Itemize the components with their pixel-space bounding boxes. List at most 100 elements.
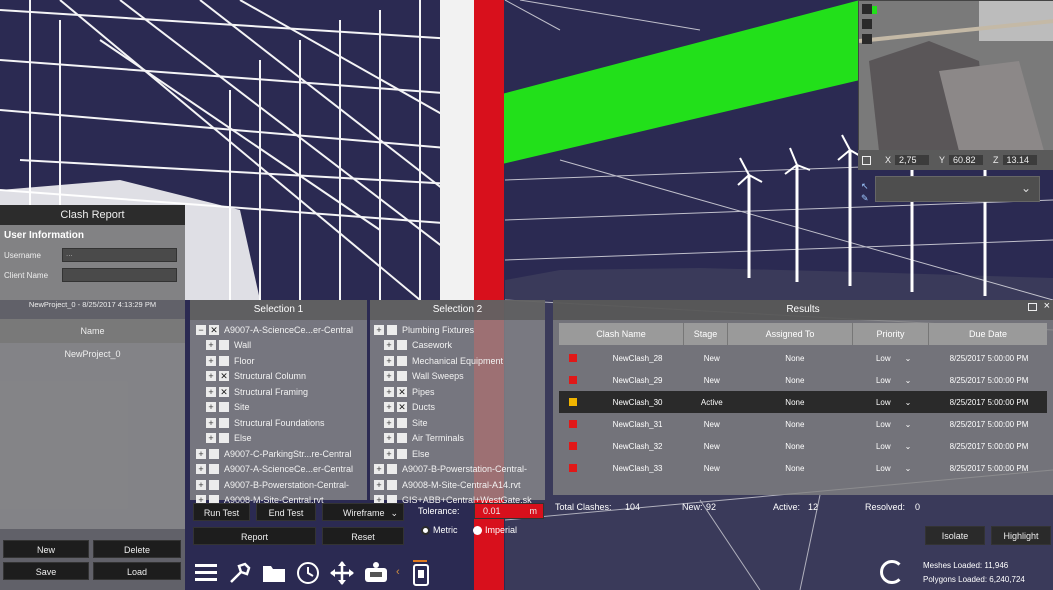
checkbox[interactable] <box>387 464 397 475</box>
selection1-item[interactable]: − ✕ A9007-A-ScienceCe...er-Central <box>196 322 367 338</box>
priority-dropdown[interactable]: Low ⌄ <box>856 354 931 363</box>
selection1-item[interactable]: + ✕ Structural Framing <box>196 384 367 400</box>
metric-radio[interactable] <box>421 526 430 535</box>
expand-toggle[interactable]: + <box>196 479 206 490</box>
expand-toggle[interactable]: + <box>206 371 216 382</box>
checkbox[interactable] <box>219 417 229 428</box>
selection2-item[interactable]: + Casework <box>374 338 545 354</box>
minimap-home-icon[interactable] <box>862 4 872 14</box>
phone-icon[interactable] <box>409 560 435 586</box>
report-button[interactable]: Report <box>193 527 316 545</box>
selection1-item[interactable]: + Wall <box>196 338 367 354</box>
results-row[interactable]: NewClash_28 New None Low ⌄ 8/25/2017 5:00:00 … <box>559 347 1047 369</box>
selection2-tree[interactable]: + Plumbing Fixtures + Casework + Mechanical E… <box>370 320 545 508</box>
y-value[interactable]: 60.82 <box>949 155 984 165</box>
checkbox[interactable] <box>209 464 219 475</box>
selection1-item[interactable]: + A9007-B-Powerstation-Central- <box>196 477 367 493</box>
selection2-item[interactable]: + ✕ Ducts <box>374 400 545 416</box>
expand-toggle[interactable]: + <box>384 340 394 351</box>
col-due-date[interactable]: Due Date <box>929 323 1047 345</box>
checkbox[interactable] <box>397 433 407 444</box>
new-project-button[interactable]: New <box>3 540 89 558</box>
chevron-left-icon[interactable]: ‹ <box>396 566 400 578</box>
cursor-tool-icon[interactable]: ↖ <box>861 181 869 192</box>
view-mode-dropdown[interactable]: Wireframe ⌄ <box>322 503 404 521</box>
menu-icon[interactable] <box>193 560 219 586</box>
save-project-button[interactable]: Save <box>3 562 89 580</box>
tools-icon[interactable] <box>227 560 253 586</box>
selection1-tree[interactable]: − ✕ A9007-A-ScienceCe...er-Central + Wall + Fl… <box>190 320 367 508</box>
x-value[interactable]: 2,75 <box>895 155 930 165</box>
priority-dropdown[interactable]: Low ⌄ <box>856 376 931 385</box>
expand-toggle[interactable]: − <box>196 324 206 335</box>
checkbox[interactable]: ✕ <box>397 386 407 397</box>
z-value[interactable]: 13.14 <box>1002 155 1037 165</box>
selection1-item[interactable]: + A9007-C-ParkingStr...re-Central <box>196 446 367 462</box>
delete-project-button[interactable]: Delete <box>93 540 181 558</box>
checkbox[interactable] <box>209 448 219 459</box>
imperial-radio[interactable] <box>473 526 482 535</box>
selection2-item[interactable]: + Else <box>374 446 545 462</box>
expand-toggle[interactable]: + <box>206 386 216 397</box>
minimap-zoom-icon[interactable] <box>862 19 872 29</box>
minimap[interactable] <box>858 0 1053 151</box>
col-priority[interactable]: Priority <box>853 323 929 345</box>
highlight-button[interactable]: Highlight <box>991 526 1051 545</box>
results-body[interactable]: NewClash_28 New None Low ⌄ 8/25/2017 5:00:00 … <box>559 347 1047 487</box>
expand-toggle[interactable]: + <box>384 371 394 382</box>
checkbox[interactable] <box>387 479 397 490</box>
expand-toggle[interactable]: + <box>384 433 394 444</box>
load-project-button[interactable]: Load <box>93 562 181 580</box>
selection1-item[interactable]: + ✕ Structural Column <box>196 369 367 385</box>
priority-dropdown[interactable]: Low ⌄ <box>856 464 931 473</box>
selection1-item[interactable]: + Else <box>196 431 367 447</box>
minimap-layers-icon[interactable] <box>862 34 872 44</box>
expand-toggle[interactable]: + <box>374 479 384 490</box>
checkbox[interactable] <box>397 340 407 351</box>
checkbox[interactable]: ✕ <box>219 371 229 382</box>
expand-toggle[interactable]: + <box>384 355 394 366</box>
checkbox[interactable]: ✕ <box>209 324 219 335</box>
checkbox[interactable]: ✕ <box>397 402 407 413</box>
move-icon[interactable] <box>329 560 355 586</box>
expand-toggle[interactable]: + <box>206 402 216 413</box>
selection1-item[interactable]: + A9007-A-ScienceCe...er-Central <box>196 462 367 478</box>
expand-toggle[interactable]: + <box>196 448 206 459</box>
expand-toggle[interactable]: + <box>384 448 394 459</box>
selection2-item[interactable]: + Mechanical Equipment <box>374 353 545 369</box>
maximize-icon[interactable] <box>1028 303 1037 311</box>
results-row[interactable]: NewClash_29 New None Low ⌄ 8/25/2017 5:00:00 … <box>559 369 1047 391</box>
selection2-item[interactable]: + A9007-B-Powerstation-Central- <box>374 462 545 478</box>
col-clash-name[interactable]: Clash Name <box>559 323 684 345</box>
close-icon[interactable]: × <box>1044 300 1050 312</box>
checkbox[interactable] <box>397 355 407 366</box>
selection2-item[interactable]: + ✕ Pipes <box>374 384 545 400</box>
results-row[interactable]: NewClash_32 New None Low ⌄ 8/25/2017 5:00:00 … <box>559 435 1047 457</box>
clock-icon[interactable] <box>295 560 321 586</box>
expand-toggle[interactable]: + <box>384 402 394 413</box>
reset-button[interactable]: Reset <box>322 527 404 545</box>
selection1-item[interactable]: + Structural Foundations <box>196 415 367 431</box>
run-test-button[interactable]: Run Test <box>193 503 250 521</box>
pin-tool-icon[interactable]: ✎ <box>861 193 869 204</box>
minimap-dropdown[interactable]: ⌄ <box>875 176 1040 202</box>
checkbox[interactable] <box>209 479 219 490</box>
checkbox[interactable]: ✕ <box>219 386 229 397</box>
expand-toggle[interactable]: + <box>206 433 216 444</box>
selection2-item[interactable]: + Site <box>374 415 545 431</box>
vr-icon[interactable] <box>363 560 389 586</box>
client-name-field[interactable] <box>62 268 177 282</box>
priority-dropdown[interactable]: Low ⌄ <box>856 398 931 407</box>
username-field[interactable]: ... <box>62 248 177 262</box>
selection1-item[interactable]: + Floor <box>196 353 367 369</box>
selection2-item[interactable]: + Air Terminals <box>374 431 545 447</box>
results-row[interactable]: NewClash_33 New None Low ⌄ 8/25/2017 5:00:00 … <box>559 457 1047 479</box>
viewport-3d[interactable]: X 2,75 Y 60.82 Z 13.14 ⌄ ↖ ✎ Clash Repor… <box>0 0 1053 590</box>
results-row[interactable]: NewClash_31 New None Low ⌄ 8/25/2017 5:00:00 … <box>559 413 1047 435</box>
tolerance-field[interactable]: 0.01 m <box>474 503 544 519</box>
checkbox[interactable] <box>219 402 229 413</box>
isolate-button[interactable]: Isolate <box>925 526 985 545</box>
expand-toggle[interactable]: + <box>384 417 394 428</box>
col-assigned[interactable]: Assigned To <box>728 323 853 345</box>
checkbox[interactable] <box>219 340 229 351</box>
